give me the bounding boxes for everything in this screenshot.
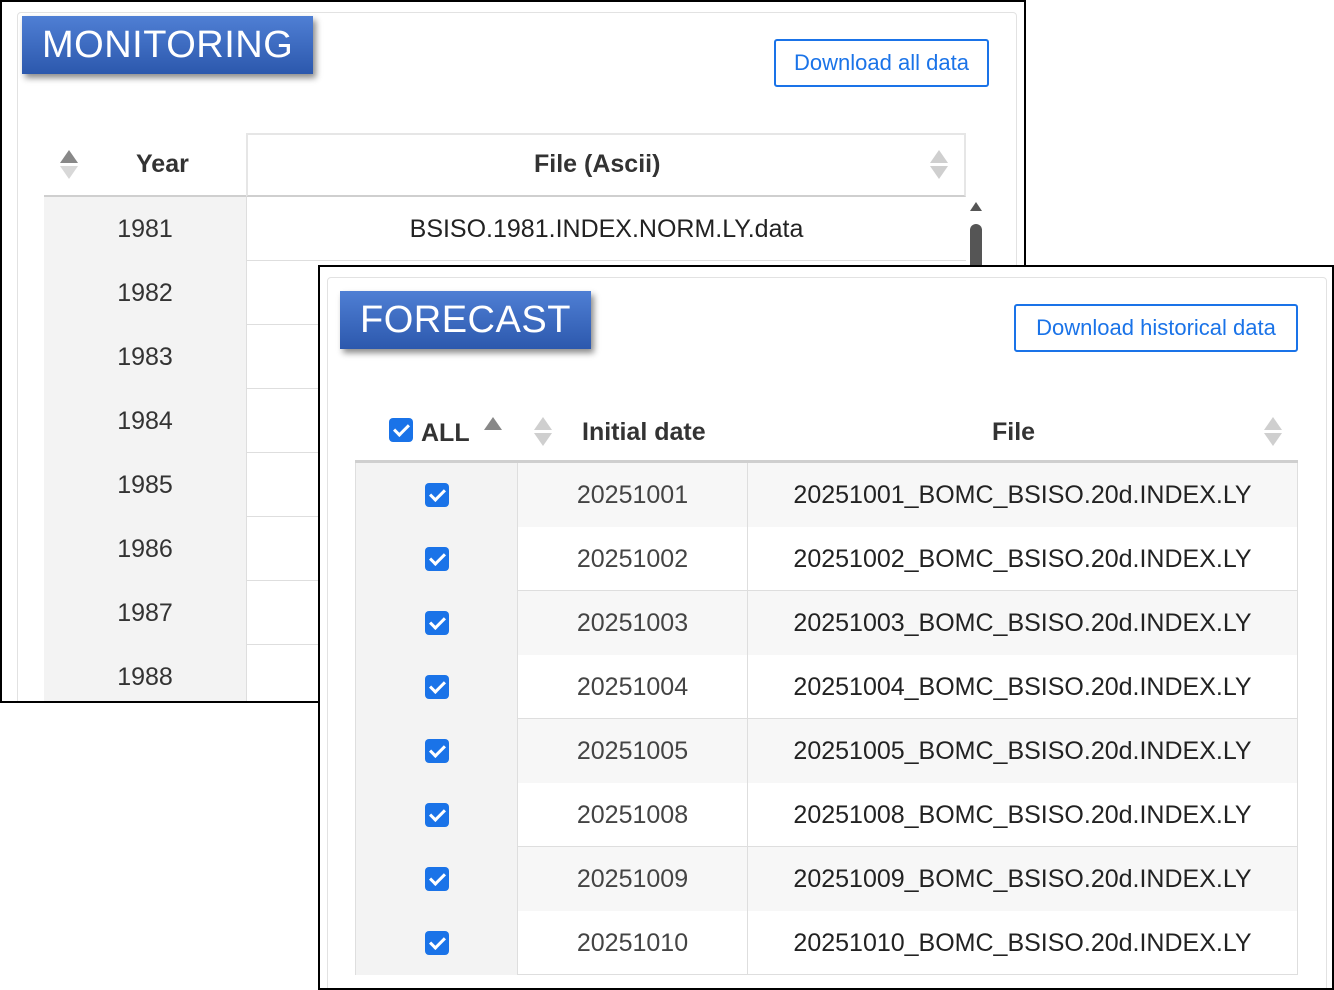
file-link[interactable]: 20251005_BOMC_BSISO.20d.INDEX.LY (748, 719, 1297, 783)
scroll-up-icon[interactable] (970, 202, 982, 211)
row-checkbox-cell (356, 463, 518, 527)
row-checkbox[interactable] (425, 547, 449, 571)
select-all-label: ALL (421, 419, 470, 447)
year-cell: 1988 (44, 645, 247, 701)
row-checkbox-cell (356, 591, 518, 655)
row-checkbox-cell (356, 527, 518, 591)
year-cell: 1987 (44, 581, 247, 645)
file-link[interactable]: 20251002_BOMC_BSISO.20d.INDEX.LY (748, 527, 1297, 591)
row-checkbox-cell (356, 783, 518, 847)
table-row: 20251008 20251008_BOMC_BSISO.20d.INDEX.LY (356, 783, 1297, 847)
select-all-checkbox[interactable] (389, 418, 413, 442)
row-checkbox-cell (356, 847, 518, 911)
file-link[interactable]: 20251008_BOMC_BSISO.20d.INDEX.LY (748, 783, 1297, 847)
column-header-file[interactable]: File (992, 418, 1035, 447)
initial-date-cell: 20251001 (518, 463, 748, 527)
table-row: 20251004 20251004_BOMC_BSISO.20d.INDEX.LY (356, 655, 1297, 719)
sort-asc-icon[interactable] (60, 150, 78, 180)
row-checkbox[interactable] (425, 739, 449, 763)
row-checkbox[interactable] (425, 867, 449, 891)
table-row: 20251010 20251010_BOMC_BSISO.20d.INDEX.LY (356, 911, 1297, 975)
row-checkbox[interactable] (425, 675, 449, 699)
year-cell: 1985 (44, 453, 247, 517)
column-header-file[interactable]: File (Ascii) (246, 133, 966, 197)
sort-asc-icon[interactable] (484, 417, 502, 447)
column-header-year[interactable]: Year (44, 133, 246, 197)
forecast-title: FORECAST (340, 291, 591, 349)
year-cell: 1981 (44, 197, 247, 261)
download-all-data-button[interactable]: Download all data (774, 39, 989, 87)
row-checkbox-cell (356, 911, 518, 975)
column-header-initial-date[interactable]: Initial date (582, 418, 706, 447)
initial-date-cell: 20251008 (518, 783, 748, 847)
column-header-file-label: File (Ascii) (534, 150, 661, 178)
row-checkbox[interactable] (425, 803, 449, 827)
row-checkbox[interactable] (425, 483, 449, 507)
file-link[interactable]: 20251009_BOMC_BSISO.20d.INDEX.LY (748, 847, 1297, 911)
file-link[interactable]: 20251003_BOMC_BSISO.20d.INDEX.LY (748, 591, 1297, 655)
initial-date-cell: 20251005 (518, 719, 748, 783)
file-link[interactable]: 20251004_BOMC_BSISO.20d.INDEX.LY (748, 655, 1297, 719)
monitoring-title: MONITORING (22, 16, 314, 74)
sort-icon[interactable] (534, 417, 552, 447)
row-checkbox[interactable] (425, 611, 449, 635)
year-cell: 1982 (44, 261, 247, 325)
row-checkbox-cell (356, 655, 518, 719)
table-row: 1981 BSISO.1981.INDEX.NORM.LY.data (44, 197, 966, 261)
initial-date-cell: 20251010 (518, 911, 748, 975)
sort-icon[interactable] (1264, 417, 1282, 447)
table-row: 20251002 20251002_BOMC_BSISO.20d.INDEX.LY (356, 527, 1297, 591)
table-row: 20251009 20251009_BOMC_BSISO.20d.INDEX.LY (356, 847, 1297, 911)
download-historical-data-button[interactable]: Download historical data (1014, 304, 1298, 352)
forecast-panel: FORECAST Download historical data ALL In… (318, 265, 1334, 990)
file-link[interactable]: BSISO.1981.INDEX.NORM.LY.data (247, 197, 966, 261)
year-cell: 1986 (44, 517, 247, 581)
table-row: 20251001 20251001_BOMC_BSISO.20d.INDEX.LY (356, 463, 1297, 527)
sort-icon[interactable] (930, 150, 948, 180)
row-checkbox-cell (356, 719, 518, 783)
initial-date-cell: 20251009 (518, 847, 748, 911)
forecast-table-header: ALL Initial date File (355, 399, 1298, 463)
forecast-table-body: 20251001 20251001_BOMC_BSISO.20d.INDEX.LY… (355, 463, 1298, 975)
initial-date-cell: 20251002 (518, 527, 748, 591)
column-header-year-label: Year (136, 150, 189, 178)
initial-date-cell: 20251004 (518, 655, 748, 719)
row-checkbox[interactable] (425, 931, 449, 955)
year-cell: 1984 (44, 389, 247, 453)
table-row: 20251005 20251005_BOMC_BSISO.20d.INDEX.LY (356, 719, 1297, 783)
file-link[interactable]: 20251010_BOMC_BSISO.20d.INDEX.LY (748, 911, 1297, 975)
year-cell: 1983 (44, 325, 247, 389)
table-row: 20251003 20251003_BOMC_BSISO.20d.INDEX.LY (356, 591, 1297, 655)
file-link[interactable]: 20251001_BOMC_BSISO.20d.INDEX.LY (748, 463, 1297, 527)
initial-date-cell: 20251003 (518, 591, 748, 655)
